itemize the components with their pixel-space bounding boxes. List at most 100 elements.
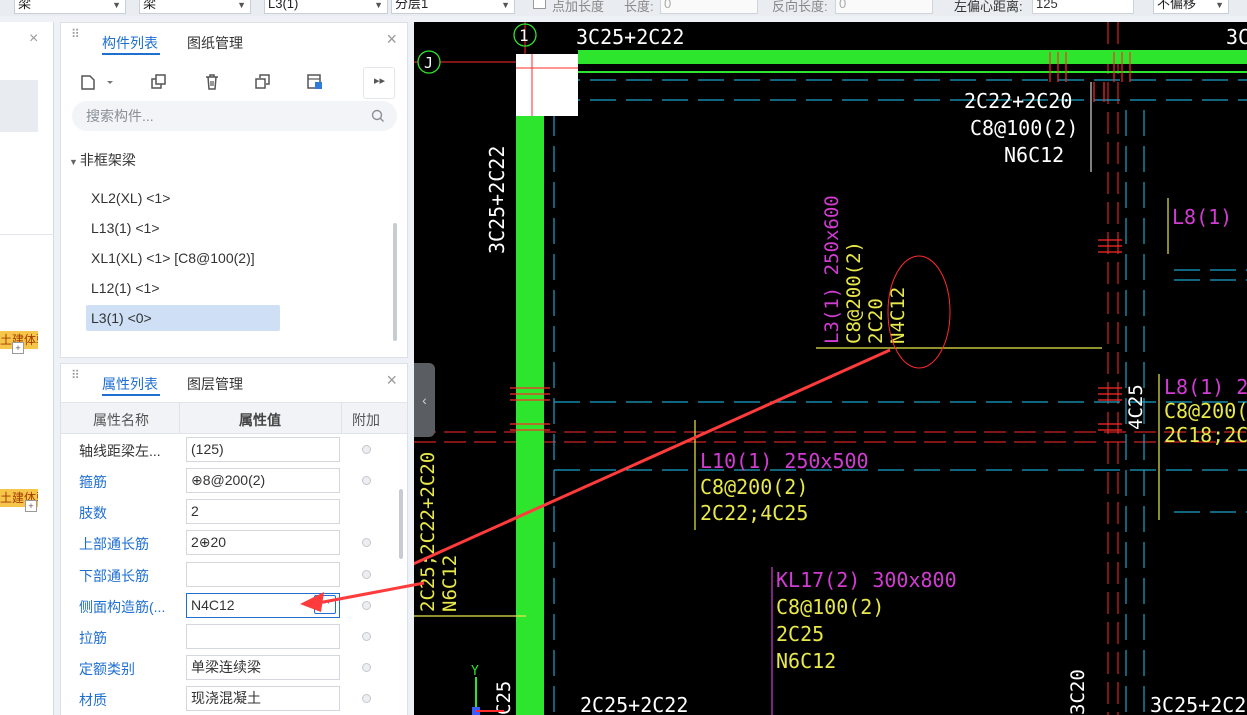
property-value-input[interactable]: 现浇混凝土 (186, 686, 340, 711)
beam-annotation: 2C22;4C25 (700, 501, 808, 525)
beam-annotation: N6C12 (1004, 143, 1064, 167)
property-name: 肢数 (79, 505, 107, 521)
beam-annotation: C8@200(2) (700, 475, 808, 499)
import-button[interactable] (300, 67, 330, 97)
length-input[interactable]: 0 (660, 0, 758, 14)
duplicate-icon (255, 74, 270, 89)
drag-handle-icon[interactable]: ⠿ (71, 369, 81, 381)
property-table-header: 属性名称 属性值 附加 (61, 402, 407, 434)
type-select-1[interactable]: 梁 ▼ (14, 0, 126, 14)
panel-header: ⠿ 属性列表 图层管理 × (61, 364, 407, 400)
property-name: 材质 (79, 692, 107, 708)
beam-annotation: 4C25 (1125, 384, 1147, 430)
tab-layer-management[interactable]: 图层管理 (187, 374, 243, 394)
property-row: 肢数 2 (61, 496, 407, 527)
component-item[interactable]: L13(1) <1> (86, 215, 165, 241)
tree-category[interactable]: ▼ 非框架梁 (69, 150, 136, 170)
property-value-input[interactable]: 2⊕20 (186, 530, 340, 555)
offset-input[interactable]: 125 (1032, 0, 1134, 14)
beam-annotation: L8(1) (1172, 205, 1232, 229)
chevron-down-icon: ▼ (1215, 0, 1224, 10)
delete-button[interactable] (197, 67, 227, 97)
column-header: 附加 (352, 412, 380, 428)
close-icon[interactable]: × (29, 30, 38, 48)
layer-select[interactable]: 分层1 ▼ (391, 0, 515, 14)
top-toolbar: 梁 ▼ 梁 ▼ L3(1) ▼ 分层1 ▼ 点加长度 长度: 0 反向长度: 0 左偏心… (0, 0, 1247, 16)
component-item-selected[interactable]: L3(1) <0> (86, 305, 280, 331)
tab-component-list[interactable]: 构件列表 (102, 33, 158, 53)
property-value-input[interactable] (186, 562, 340, 587)
name-select[interactable]: L3(1) ▼ (264, 0, 388, 14)
panel-header: ⠿ 构件列表 图纸管理 × (61, 23, 407, 59)
beam-annotation: 3C20 (1067, 669, 1089, 715)
chevron-left-icon: ‹ (422, 392, 427, 408)
close-icon[interactable]: × (386, 370, 397, 391)
chevron-down-icon: ▼ (501, 0, 510, 10)
divider (0, 234, 54, 235)
property-value-input[interactable]: (125) (186, 437, 340, 462)
component-item[interactable]: L12(1) <1> (86, 275, 165, 301)
pointer-arrow (414, 348, 891, 566)
beam-annotation: KL17(2) 300x800 (776, 568, 957, 592)
collapse-panel-button[interactable]: ‹ (414, 363, 435, 437)
scrollbar[interactable] (399, 489, 403, 559)
drag-handle-icon[interactable]: ⠿ (71, 28, 81, 40)
beam-annotation: L3(1) 250x600 (821, 195, 843, 344)
property-value-input[interactable] (186, 624, 340, 649)
component-item[interactable]: XL2(XL) <1> (86, 185, 175, 211)
attach-radio[interactable] (362, 570, 371, 579)
type-select-2[interactable]: 梁 ▼ (139, 0, 251, 14)
tab-property-list[interactable]: 属性列表 (102, 374, 158, 394)
attach-radio[interactable] (362, 632, 371, 641)
scrollbar[interactable] (393, 223, 397, 341)
beam-annotation: 3C25+2C2 (1150, 693, 1246, 715)
new-component-button[interactable] (73, 67, 121, 97)
length-label: 长度: (624, 0, 654, 14)
tab-drawing-management[interactable]: 图纸管理 (187, 33, 243, 53)
reverse-length-label: 反向长度: (772, 0, 828, 14)
beam-annotation: C25 (493, 681, 515, 715)
property-name: 箍筋 (79, 474, 107, 490)
search-icon[interactable] (371, 109, 385, 123)
axis-label: 1 (519, 26, 529, 45)
property-value-input[interactable]: ⊕8@200(2) (186, 468, 340, 493)
reverse-length-input[interactable]: 0 (835, 0, 933, 14)
copy-icon (151, 74, 166, 89)
beam-annotation: C8@200( (1164, 399, 1247, 423)
attach-radio[interactable] (362, 694, 371, 703)
component-item[interactable]: XL1(XL) <1> [C8@100(2)] (86, 245, 260, 271)
more-button[interactable]: ▸▸ (363, 67, 395, 99)
attach-radio[interactable] (362, 476, 371, 485)
beam-annotation: 2C22+2C20 (964, 89, 1072, 113)
offset-mode-select[interactable]: 不偏移 ▼ (1153, 0, 1229, 14)
ellipsis-button[interactable]: ··· (314, 595, 336, 614)
property-name: 定额类别 (79, 661, 135, 677)
cad-drawing-canvas[interactable]: 1 J 3C25+2C22 3C 3C25+2C22 2C22+2C20 C8@… (414, 22, 1247, 715)
search-input[interactable] (86, 107, 356, 125)
chevron-down-icon: ▼ (237, 0, 246, 10)
axis-label: J (424, 54, 433, 72)
add-length-label: 点加长度 (552, 0, 605, 14)
attach-radio[interactable] (362, 601, 371, 610)
chevron-down-icon: ▼ (374, 0, 383, 10)
copy-button[interactable] (144, 67, 174, 97)
top-beam[interactable] (578, 50, 1247, 64)
property-value-input[interactable]: 单梁连续梁 (186, 655, 340, 680)
beam-annotation: 2C25 (776, 622, 824, 646)
plus-icon[interactable]: + (25, 500, 37, 512)
property-value-input[interactable]: 2 (186, 499, 340, 524)
property-row: 箍筋 ⊕8@200(2) (61, 465, 407, 496)
beam-annotation: 3C25+2C22 (485, 146, 509, 254)
close-icon[interactable]: × (386, 29, 397, 50)
attach-radio[interactable] (362, 538, 371, 547)
beam-annotation: L10(1) 250x500 (700, 449, 869, 473)
caret-down-icon: ▼ (69, 157, 78, 167)
plus-icon[interactable]: + (12, 342, 24, 354)
copy-to-floor-button[interactable] (248, 67, 278, 97)
attach-radio[interactable] (362, 663, 371, 672)
selected-column-box[interactable] (516, 54, 578, 116)
vertical-beam[interactable] (516, 110, 544, 715)
drawing-svg: 1 J 3C25+2C22 3C 3C25+2C22 2C22+2C20 C8@… (414, 22, 1247, 715)
add-length-checkbox[interactable] (533, 0, 546, 9)
attach-radio[interactable] (362, 445, 371, 454)
